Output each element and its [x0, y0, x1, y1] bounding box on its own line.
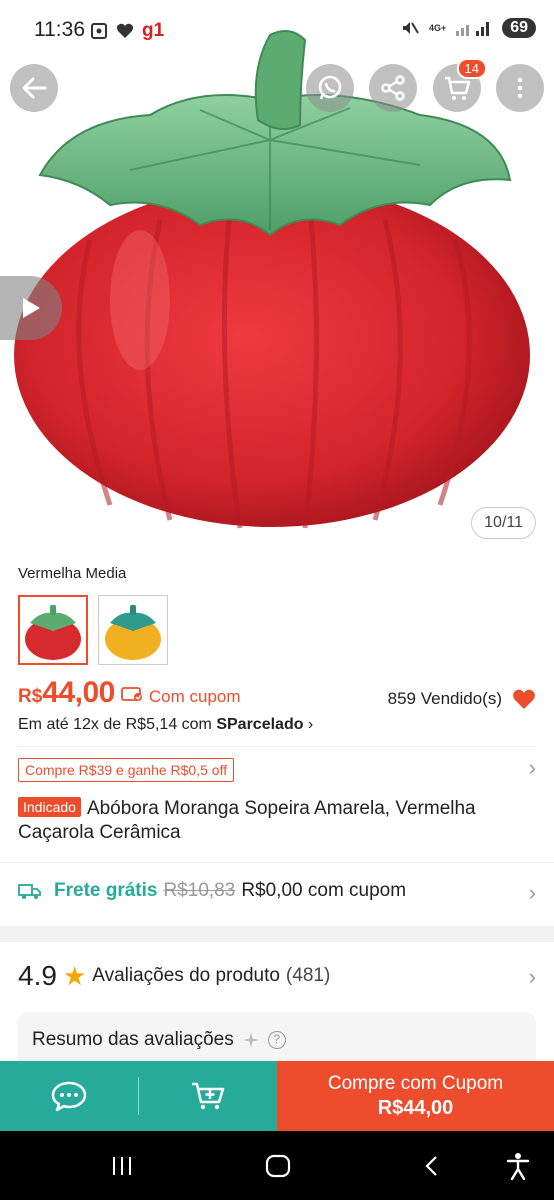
share-icon [381, 75, 405, 101]
reviews-header[interactable]: 4.9 ★ Avaliações do produto (481) [18, 960, 330, 992]
divider [0, 862, 554, 863]
shipping-new-price: R$0,00 com cupom [241, 880, 407, 901]
product-title-block: Indicado Abóbora Moranga Sopeira Amarela,… [18, 797, 538, 845]
status-right-icons: 4G+ 69 [401, 18, 536, 38]
signal-icon [456, 22, 490, 36]
variant-yellow[interactable] [98, 595, 168, 665]
coupon-icon [120, 687, 142, 701]
heart-icon [116, 23, 134, 38]
sparkle-icon [242, 1032, 259, 1048]
battery-level: 69 [502, 18, 536, 38]
shipping-chevron-icon[interactable]: › [529, 880, 536, 906]
recent-apps-icon [113, 1156, 131, 1175]
status-left-icons: g1 [90, 20, 164, 42]
promo-chevron-icon[interactable]: › [529, 755, 536, 781]
reviews-chevron-icon[interactable]: › [529, 964, 536, 990]
cart-button[interactable]: 14 [433, 58, 487, 112]
network-type: 4G+ [428, 22, 447, 33]
variant-red[interactable] [18, 595, 88, 665]
sold-count-row: 859 Vendido(s) [388, 688, 536, 710]
buy-price: R$44,00 [377, 1096, 454, 1119]
status-bar: 11:36 g1 4G+ 69 [0, 0, 554, 60]
selected-variant-label: Vermelha Media [18, 565, 127, 582]
star-icon: ★ [62, 960, 87, 991]
screenshot-icon [91, 23, 107, 39]
recent-apps-button[interactable] [92, 1131, 152, 1200]
section-separator [0, 926, 554, 942]
more-vertical-icon [517, 77, 523, 99]
buy-label: Compre com Cupom [327, 1072, 504, 1094]
installments-row[interactable]: Em até 12x de R$5,14 com SParcelado › [18, 716, 313, 734]
product-title: Abóbora Moranga Sopeira Amarela, Vermelh… [18, 798, 476, 843]
recommended-tag: Indicado [18, 797, 81, 817]
chat-button[interactable] [0, 1061, 138, 1131]
variant-yellow-thumbnail [105, 605, 161, 660]
system-navigation-bar [0, 1131, 554, 1200]
cart-count-badge: 14 [456, 58, 487, 79]
status-time: 11:36 [34, 18, 85, 41]
image-counter: 10/11 [471, 507, 536, 539]
reviews-label: Avaliações do produto [92, 965, 280, 986]
promo-chip[interactable]: Compre R$39 e ganhe R$0,5 off [18, 758, 235, 782]
variant-red-thumbnail [25, 605, 81, 660]
rating-score: 4.9 [18, 960, 57, 991]
sold-count: 859 Vendido(s) [387, 689, 502, 708]
truck-icon [18, 884, 41, 899]
accessibility-icon [506, 1152, 530, 1180]
whatsapp-icon [318, 75, 342, 100]
installments-chevron: › [303, 716, 314, 733]
buy-with-coupon-button[interactable]: Compre com Cupom R$44,00 [277, 1061, 554, 1131]
whatsapp-share-button[interactable] [306, 64, 354, 112]
arrow-left-icon [22, 77, 47, 99]
back-chevron-icon [425, 1155, 437, 1176]
chat-icon [51, 1081, 87, 1112]
accessibility-button[interactable] [488, 1131, 548, 1200]
add-to-cart-button[interactable] [139, 1061, 277, 1131]
play-icon [23, 298, 40, 318]
summary-title-row: Resumo das avaliações ? [32, 1029, 286, 1051]
home-icon [265, 1154, 291, 1177]
help-icon[interactable]: ? [267, 1031, 286, 1049]
shipping-old-price: R$10,83 [163, 880, 236, 901]
summary-title: Resumo das avaliações [32, 1029, 234, 1050]
price-value: 44,00 [42, 676, 115, 709]
more-options-button[interactable] [496, 64, 544, 112]
price-currency: R$ [18, 686, 43, 707]
free-shipping-label: Frete grátis [54, 880, 158, 901]
action-separator [138, 1061, 139, 1131]
price-row: R$ 44,00 Com cupom [18, 676, 241, 710]
product-image-gallery[interactable]: 14 10/11 [0, 0, 554, 552]
play-video-button[interactable] [0, 276, 62, 340]
g1-app-icon: g1 [142, 20, 165, 41]
mute-icon [402, 22, 419, 34]
back-button[interactable] [10, 64, 58, 112]
installments-prefix: Em até 12x de R$5,14 com [18, 716, 217, 733]
favorite-heart-icon[interactable] [512, 688, 536, 710]
price-coupon-label: Com cupom [148, 687, 241, 706]
share-button[interactable] [369, 64, 417, 112]
back-nav-button[interactable] [402, 1131, 462, 1200]
add-to-cart-icon [192, 1082, 225, 1110]
reviews-count: (481) [285, 965, 331, 986]
divider [18, 746, 536, 747]
bottom-action-bar: Compre com Cupom R$44,00 [0, 1061, 554, 1131]
installments-brand: SParcelado [216, 716, 304, 733]
shipping-row[interactable]: Frete grátis R$10,83 R$0,00 com cupom [18, 880, 406, 902]
home-button[interactable] [248, 1131, 308, 1200]
